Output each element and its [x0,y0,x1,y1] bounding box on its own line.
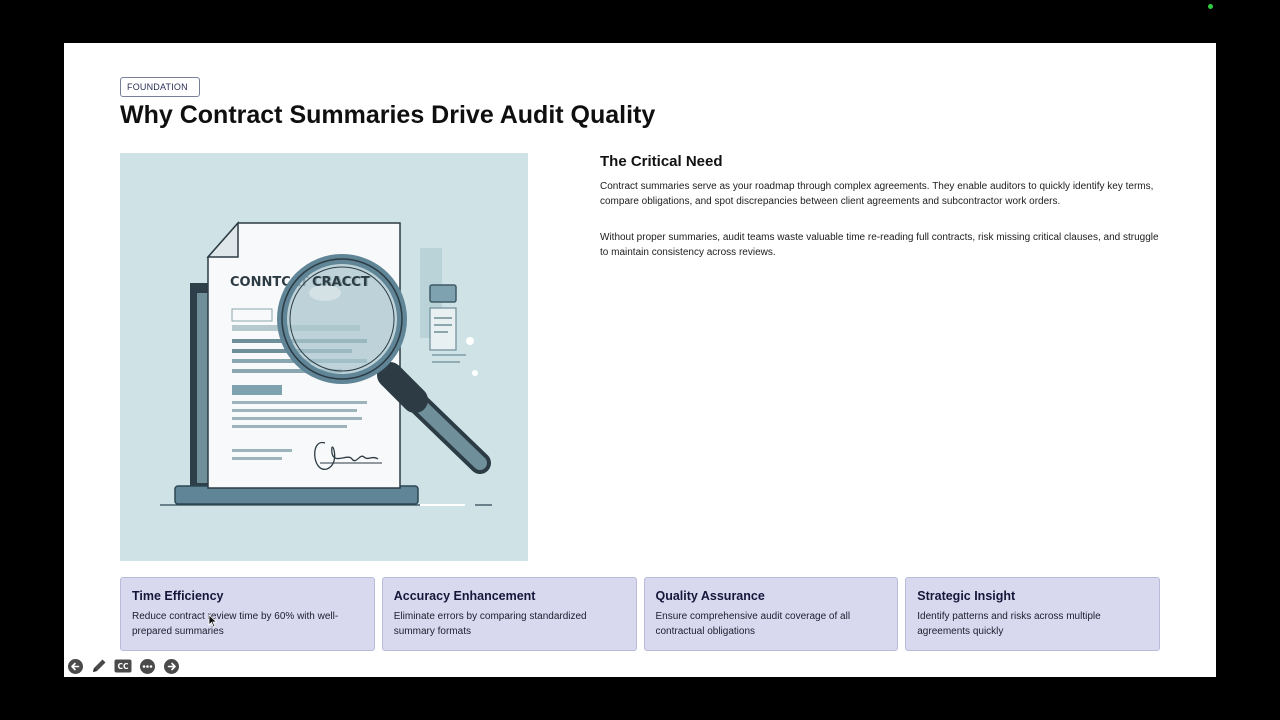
card-description: Reduce contract review time by 60% with … [132,611,339,637]
critical-need-section: The Critical Need Contract summaries ser… [600,153,1160,282]
critical-need-heading: The Critical Need [600,153,723,170]
contract-illustration: CONNTCAT CRACCT CRACCT [120,153,528,561]
card-title: Time Efficiency [132,589,224,603]
benefit-card-time-efficiency: Time Efficiency Reduce contract review t… [120,577,375,651]
card-title: Accuracy Enhancement [393,589,536,603]
card-description: Identify patterns and risks across multi… [917,611,1101,637]
benefit-card-quality-assurance: Quality Assurance Ensure comprehensive a… [643,577,899,651]
closed-captions-button[interactable]: CC [114,657,132,675]
pencil-icon[interactable] [90,657,108,675]
section-tag: FOUNDATION [120,77,200,97]
contract-magnifier-illustration-icon: CONNTCAT CRACCT CRACCT [160,221,492,506]
card-description: Ensure comprehensive audit coverage of a… [655,611,851,637]
presentation-controls: CC [66,657,180,675]
card-title: Quality Assurance [655,589,765,603]
svg-text:CC: CC [117,662,129,671]
recording-indicator-dot [1208,4,1213,9]
arrow-left-icon[interactable] [66,657,84,675]
presentation-slide: FOUNDATION Why Contract Summaries Drive … [64,43,1216,677]
benefit-cards: Time Efficiency Reduce contract review t… [120,577,1160,651]
benefit-card-strategic-insight: Strategic Insight Identify patterns and … [905,577,1160,651]
ellipsis-icon[interactable] [138,657,156,675]
arrow-right-icon[interactable] [162,657,180,675]
mouse-cursor-icon [208,614,218,633]
card-title: Strategic Insight [917,589,1016,603]
benefit-card-accuracy-enhancement: Accuracy Enhancement Eliminate errors by… [381,577,637,651]
critical-need-paragraph: Contract summaries serve as your roadmap… [600,181,1154,207]
card-description: Eliminate errors by comparing standardiz… [393,611,587,637]
slide-title: Why Contract Summaries Drive Audit Quali… [120,101,656,129]
critical-need-paragraph: Without proper summaries, audit teams wa… [600,232,1159,258]
